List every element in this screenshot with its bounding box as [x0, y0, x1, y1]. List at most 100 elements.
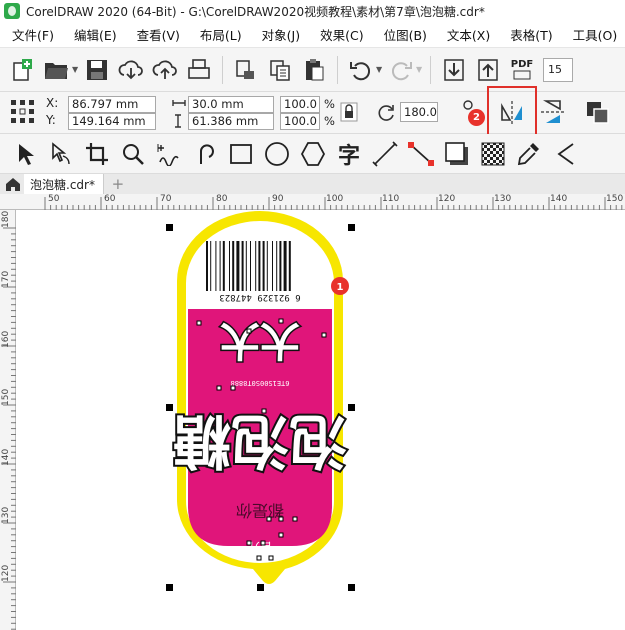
crop-tool-icon[interactable] [82, 139, 112, 169]
rectangle-tool-icon[interactable] [226, 139, 256, 169]
menu-object[interactable]: 对象(J) [252, 25, 310, 44]
ruler-tick-110: 110 [382, 194, 400, 204]
reference-point-icon[interactable] [10, 99, 36, 125]
vertical-ruler[interactable]: 180 170 160 150 140 130 120 [0, 210, 16, 630]
barcode-bar [283, 241, 287, 291]
polygon-tool-icon[interactable] [298, 139, 328, 169]
cloud-upload-icon[interactable] [150, 55, 180, 85]
step-badge-2: 2 [468, 109, 485, 126]
ruler-tick-130: 130 [494, 194, 512, 204]
selection-handle [348, 584, 355, 591]
transparency-tool-icon[interactable] [478, 139, 508, 169]
copy-icon[interactable] [265, 55, 295, 85]
cloud-download-icon[interactable] [116, 55, 146, 85]
eyedropper-tool-icon[interactable] [514, 139, 544, 169]
menu-text[interactable]: 文本(X) [437, 25, 500, 44]
ruler-tick-70: 70 [160, 194, 172, 204]
candy-wrapper-artwork: 6 921329 447823 大大 6TE1S00S0T8888 泡泡糖 都是… [171, 211, 349, 584]
barcode-bar [236, 241, 240, 291]
y-position-field[interactable]: 149.164 mm [68, 113, 156, 130]
selection-handle [166, 584, 173, 591]
zoom-tool-icon[interactable] [118, 139, 148, 169]
ruler-tick-v130: 130 [1, 506, 11, 524]
print-icon[interactable] [184, 55, 214, 85]
barcode-bar [232, 241, 235, 291]
node-marker [321, 332, 327, 338]
undo-icon[interactable] [346, 55, 376, 85]
y-label: Y: [46, 113, 56, 127]
drop-shadow-tool-icon[interactable] [442, 139, 472, 169]
scale-x-percent: % [324, 97, 335, 111]
height-field[interactable]: 61.386 mm [188, 113, 274, 130]
mirror-vertical-icon[interactable] [540, 98, 566, 126]
barcode-digits: 6 921329 447823 [219, 292, 300, 302]
menu-layout[interactable]: 布局(L) [190, 25, 252, 44]
menu-edit[interactable]: 编辑(E) [64, 25, 127, 44]
open-dropdown-icon[interactable]: ▼ [72, 65, 80, 74]
toolbox: 字 [0, 134, 625, 174]
barcode-bar [272, 241, 273, 291]
x-position-field[interactable]: 86.797 mm [68, 96, 156, 113]
paste-icon[interactable] [299, 55, 329, 85]
rotate-icon [378, 105, 394, 121]
barcode-bar [266, 241, 268, 291]
zoom-level-field[interactable]: 15 [543, 57, 573, 82]
menu-effects[interactable]: 效果(C) [310, 25, 373, 44]
publish-pdf-icon[interactable]: PDF [507, 55, 537, 85]
copy-properties-icon[interactable] [231, 55, 261, 85]
barcode-bar [241, 241, 244, 291]
tab-document[interactable]: 泡泡糖.cdr* [24, 174, 104, 194]
ruler-ticks [44, 197, 623, 210]
save-icon[interactable] [82, 55, 112, 85]
open-folder-icon[interactable] [42, 55, 72, 85]
horizontal-ruler[interactable]: 50 60 70 80 90 100 110 120 130 140 150 [0, 194, 625, 210]
barcode-bar [276, 241, 278, 291]
lock-ratio-icon[interactable] [340, 102, 358, 122]
rotation-angle-field[interactable]: 180.0 [400, 102, 438, 122]
text-tool-icon[interactable]: 字 [334, 139, 364, 169]
menu-file[interactable]: 文件(F) [0, 25, 64, 44]
node-marker [216, 385, 222, 391]
node-marker [278, 516, 284, 522]
window-title: CorelDRAW 2020 (64-Bit) - G:\CorelDRAW20… [26, 4, 485, 19]
ruler-tick-v150: 150 [1, 388, 11, 406]
arrange-order-icon[interactable] [585, 100, 611, 126]
home-icon[interactable] [4, 176, 22, 192]
width-field[interactable]: 30.0 mm [188, 96, 274, 113]
new-document-button[interactable] [8, 55, 38, 85]
pick-tool-icon[interactable] [10, 139, 40, 169]
barcode-bar [279, 241, 282, 291]
shape-tool-icon[interactable] [46, 139, 76, 169]
import-icon[interactable] [439, 55, 469, 85]
node-marker [246, 328, 252, 334]
redo-icon[interactable] [386, 55, 416, 85]
barcode-bar [245, 241, 247, 291]
export-icon[interactable] [473, 55, 503, 85]
ruler-tick-140: 140 [550, 194, 568, 204]
redo-dropdown-icon[interactable]: ▼ [416, 65, 424, 74]
connector-tool-icon[interactable] [406, 139, 436, 169]
menu-bitmaps[interactable]: 位图(B) [374, 25, 437, 44]
barcode-bar [215, 241, 217, 291]
barcode-bar [229, 241, 230, 291]
node-marker [246, 540, 252, 546]
new-tab-icon[interactable]: + [108, 175, 128, 193]
node-marker [266, 516, 272, 522]
scale-x-field[interactable]: 100.0 [280, 96, 320, 113]
menu-tools[interactable]: 工具(O) [563, 25, 625, 44]
drawing-canvas[interactable]: 6 921329 447823 大大 6TE1S00S0T8888 泡泡糖 都是… [17, 211, 625, 630]
node-marker [260, 540, 266, 546]
scale-y-field[interactable]: 100.0 [280, 113, 320, 130]
scale-y-percent: % [324, 114, 335, 128]
freehand-tool-icon[interactable] [154, 139, 184, 169]
width-icon [172, 100, 186, 106]
menu-table[interactable]: 表格(T) [500, 25, 562, 44]
node-marker [292, 516, 298, 522]
small-digits: 6TE1S00S0T8888 [230, 379, 289, 387]
menu-view[interactable]: 查看(V) [127, 25, 190, 44]
interactive-fill-tool-icon[interactable] [550, 139, 580, 169]
undo-dropdown-icon[interactable]: ▼ [376, 65, 384, 74]
ellipse-tool-icon[interactable] [262, 139, 292, 169]
parallel-dimension-tool-icon[interactable] [370, 139, 400, 169]
artistic-media-tool-icon[interactable] [190, 139, 220, 169]
